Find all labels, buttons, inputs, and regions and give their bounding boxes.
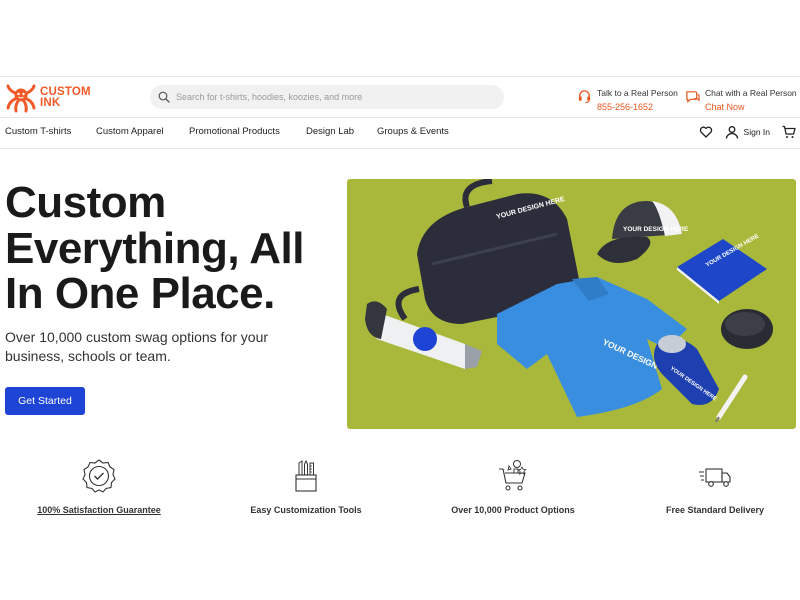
cap-design-text: YOUR DESIGN HERE [623,226,689,233]
truck-icon [699,468,731,487]
headset-icon [578,90,591,104]
hero-subtitle: Over 10,000 custom swag options for your… [5,329,269,364]
chat-now-link[interactable]: Chat Now [705,101,797,114]
feature-free-delivery: Free Standard Delivery [630,458,800,515]
sign-in-link[interactable]: Sign In [725,125,770,139]
feature-product-options: Over 10,000 Product Options [428,458,598,515]
feature-satisfaction-guarantee-label[interactable]: 100% Satisfaction Guarantee [14,505,184,515]
badge-check-icon [82,459,116,493]
feature-customization-tools-label: Easy Customization Tools [250,505,362,515]
tools-icon [295,459,317,492]
search-bar[interactable] [150,85,504,109]
nav-item-design-lab[interactable]: Design Lab [306,126,354,137]
feature-free-delivery-label: Free Standard Delivery [665,505,765,515]
feature-customization-tools: Easy Customization Tools [221,458,391,515]
sign-in-label: Sign In [743,127,770,137]
main-nav: Custom T-shirts Custom Apparel Promotion… [0,118,800,148]
phone-contact[interactable]: Talk to a Real Person 855-256-1652 [577,83,678,114]
phone-number-link[interactable]: 855-256-1652 [597,101,678,114]
hero-title: Custom Everything, All In One Place. [5,178,304,318]
nav-account-actions: Sign In [699,125,796,139]
cap-illustration: YOUR DESIGN HERE [597,201,689,263]
heart-icon[interactable] [699,125,713,139]
logo-mark-icon [6,84,36,113]
logo[interactable]: CUSTOM INK [5,82,91,114]
pen-illustration [715,374,748,423]
nav-item-promotional-products[interactable]: Promotional Products [189,126,280,137]
chat-contact[interactable]: Chat with a Real Person Chat Now [685,83,797,114]
nav-item-custom-t-shirts[interactable]: Custom T-shirts [5,126,71,137]
feature-product-options-label: Over 10,000 Product Options [451,505,575,515]
site-header: CUSTOM INK Talk to a Real Person 855-256… [0,77,800,117]
chat-icon [686,91,700,103]
tumbler-illustration: YOUR DESIGN HERE [653,335,719,405]
nav-item-custom-apparel[interactable]: Custom Apparel [96,126,164,137]
nav-bottom-divider [0,148,800,149]
shopping-cart-icon [499,460,527,491]
get-started-button[interactable]: Get Started [5,387,85,415]
nav-item-groups-events[interactable]: Groups & Events [377,126,449,137]
logo-text: CUSTOM INK [40,86,91,109]
chat-contact-label: Chat with a Real Person [705,88,797,98]
phone-contact-label: Talk to a Real Person [597,88,678,98]
cart-icon[interactable] [782,125,796,139]
search-icon [158,91,170,103]
notebook-illustration: YOUR DESIGN HERE [677,233,767,304]
feature-satisfaction-guarantee: 100% Satisfaction Guarantee [14,458,184,515]
logo-text-line2: INK [40,97,61,109]
hero-product-image: YOUR DESIGN HERE YOUR DESIGN HERE YOUR D… [347,179,796,429]
hero-product-illustration: YOUR DESIGN HERE YOUR DESIGN HERE YOUR D… [365,179,773,423]
search-input[interactable] [176,92,496,102]
speaker-illustration [721,309,773,349]
user-icon [725,126,738,139]
